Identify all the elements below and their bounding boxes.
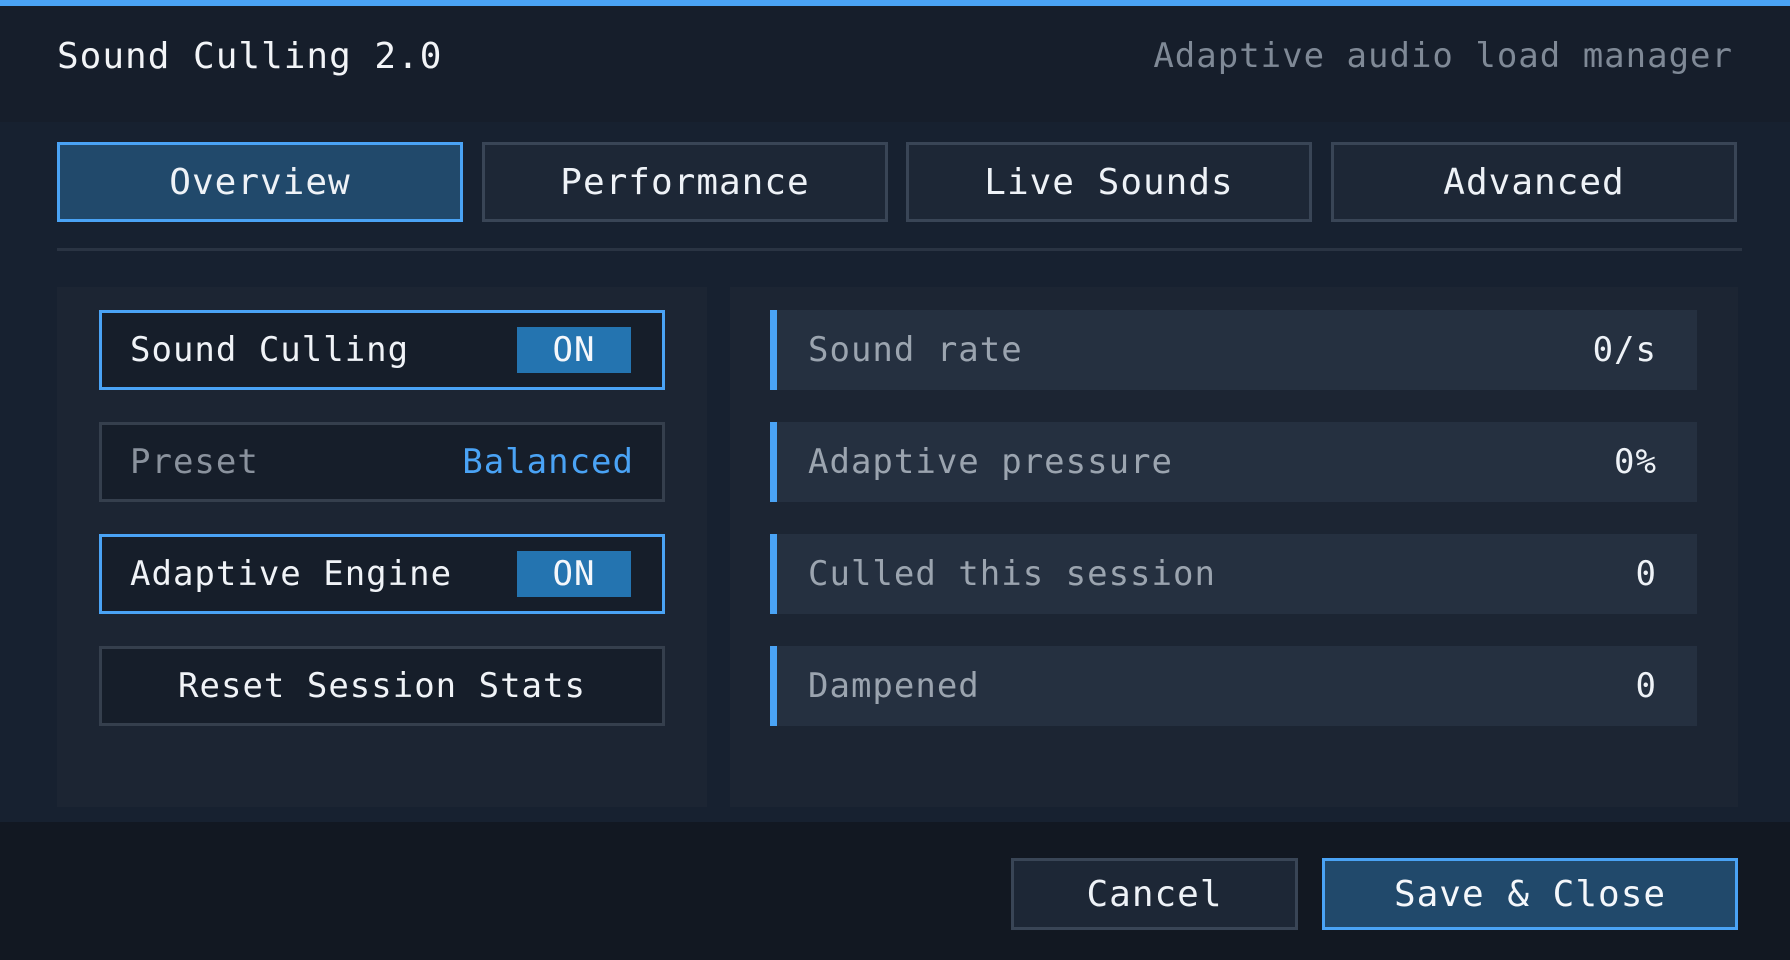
sound-culling-toggle[interactable]: Sound Culling ON [99, 310, 665, 390]
stat-value: 0 [1635, 666, 1657, 706]
stats-panel: Sound rate 0/s Adaptive pressure 0% Cull… [730, 287, 1738, 807]
tab-divider [57, 248, 1742, 251]
stat-row: Sound rate 0/s [770, 310, 1697, 390]
adaptive-engine-label: Adaptive Engine [130, 554, 453, 594]
save-and-close-button[interactable]: Save & Close [1322, 858, 1738, 930]
tab-bar: Overview Performance Live Sounds Advance… [57, 142, 1738, 222]
stat-value: 0% [1614, 442, 1657, 482]
preset-label: Preset [130, 442, 259, 482]
stat-value: 0 [1635, 554, 1657, 594]
adaptive-engine-state[interactable]: ON [517, 551, 631, 597]
stat-label: Dampened [808, 666, 980, 706]
tab-overview[interactable]: Overview [57, 142, 463, 222]
tab-performance[interactable]: Performance [482, 142, 888, 222]
footer-bar: Cancel Save & Close [0, 822, 1790, 960]
stat-value: 0/s [1592, 330, 1657, 370]
stat-row: Dampened 0 [770, 646, 1697, 726]
window-title: Sound Culling 2.0 [57, 36, 443, 77]
stat-label: Adaptive pressure [808, 442, 1173, 482]
content-area: Overview Performance Live Sounds Advance… [0, 122, 1790, 822]
stat-label: Sound rate [808, 330, 1023, 370]
preset-value[interactable]: Balanced [462, 442, 634, 482]
controls-panel: Sound Culling ON Preset Balanced Adaptiv… [57, 287, 707, 807]
cancel-button[interactable]: Cancel [1011, 858, 1298, 930]
preset-selector[interactable]: Preset Balanced [99, 422, 665, 502]
adaptive-engine-toggle[interactable]: Adaptive Engine ON [99, 534, 665, 614]
tab-advanced[interactable]: Advanced [1331, 142, 1737, 222]
stat-label: Culled this session [808, 554, 1216, 594]
reset-session-stats-label: Reset Session Stats [178, 666, 586, 706]
window-subtitle: Adaptive audio load manager [1153, 36, 1733, 76]
stat-row: Culled this session 0 [770, 534, 1697, 614]
tab-live-sounds[interactable]: Live Sounds [906, 142, 1312, 222]
sound-culling-state[interactable]: ON [517, 327, 631, 373]
sound-culling-window: Sound Culling 2.0 Adaptive audio load ma… [0, 0, 1790, 960]
stat-row: Adaptive pressure 0% [770, 422, 1697, 502]
sound-culling-label: Sound Culling [130, 330, 410, 370]
title-bar: Sound Culling 2.0 Adaptive audio load ma… [0, 6, 1790, 122]
reset-session-stats-button[interactable]: Reset Session Stats [99, 646, 665, 726]
